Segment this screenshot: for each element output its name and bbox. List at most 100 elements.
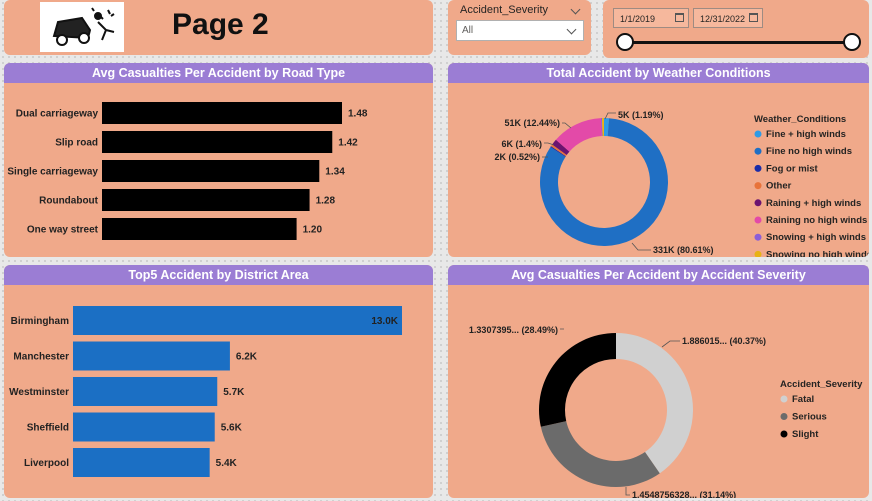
legend-item[interactable]: Fatal bbox=[792, 394, 814, 405]
road-type-bar-chart: Dual carriageway 1.48 Slip road 1.42 Single … bbox=[7, 102, 368, 240]
severity-dropdown[interactable]: All bbox=[456, 20, 584, 41]
legend-marker bbox=[754, 130, 762, 138]
legend-marker bbox=[754, 147, 762, 155]
data-label: 51K (12.44%) bbox=[504, 118, 560, 128]
data-label: 1.4548756328... (31.14%) bbox=[632, 490, 736, 498]
legend-item[interactable]: Other bbox=[766, 181, 792, 192]
donut-slice[interactable] bbox=[540, 421, 660, 487]
leader-line bbox=[562, 122, 572, 129]
data-label: 1.28 bbox=[316, 196, 336, 207]
bar[interactable] bbox=[102, 102, 342, 124]
data-label: 1.3307395... (28.49%) bbox=[469, 325, 558, 335]
category-label: Slip road bbox=[55, 138, 98, 149]
data-label: 5.6K bbox=[221, 423, 243, 434]
district-bar-chart: Birmingham 13.0K Manchester 6.2K Westminster… bbox=[9, 306, 402, 477]
collapse-chevron-icon[interactable] bbox=[570, 4, 581, 15]
car-crash-icon bbox=[52, 7, 115, 46]
data-label: 5K (1.19%) bbox=[618, 110, 664, 120]
bar[interactable] bbox=[73, 306, 402, 335]
legend-item[interactable]: Fine no high winds bbox=[766, 146, 852, 157]
legend-marker bbox=[754, 164, 762, 172]
legend-item[interactable]: Fine + high winds bbox=[766, 129, 846, 140]
legend-item[interactable]: Snowing no high winds bbox=[766, 249, 869, 257]
severity-slicer: Accident_Severity All bbox=[448, 0, 591, 55]
category-label: Liverpool bbox=[24, 458, 69, 469]
bar[interactable] bbox=[102, 131, 333, 153]
legend-title: Accident_Severity bbox=[780, 379, 863, 390]
bar[interactable] bbox=[102, 218, 297, 240]
severity-chart-title: Avg Casualties Per Accident by Accident … bbox=[448, 265, 869, 285]
data-label: 2K (0.52%) bbox=[494, 152, 540, 162]
category-label: One way street bbox=[27, 225, 99, 236]
legend-marker bbox=[754, 182, 762, 190]
data-label: 1.48 bbox=[348, 109, 368, 120]
leader-line bbox=[631, 242, 651, 251]
start-date-input[interactable]: 1/1/2019 bbox=[613, 8, 689, 28]
leader-line bbox=[661, 340, 680, 348]
bar[interactable] bbox=[73, 377, 218, 406]
legend-marker bbox=[780, 395, 788, 403]
severity-donut-chart: Accident_Severity Fatal Serious Slight 1.886… bbox=[469, 325, 863, 498]
end-date-input[interactable]: 12/31/2022 bbox=[693, 8, 763, 28]
district-chart-title: Top5 Accident by District Area bbox=[4, 265, 433, 285]
date-range-track[interactable] bbox=[625, 41, 853, 44]
severity-chart-panel: Avg Casualties Per Accident by Accident … bbox=[448, 265, 869, 498]
category-label: Single carriageway bbox=[7, 167, 98, 178]
data-label: 5.7K bbox=[223, 387, 245, 398]
category-label: Dual carriageway bbox=[16, 109, 99, 120]
legend-marker bbox=[754, 199, 762, 207]
data-label: 1.886015... (40.37%) bbox=[682, 336, 766, 346]
legend-marker bbox=[754, 216, 762, 224]
weather-chart-title: Total Accident by Weather Conditions bbox=[448, 63, 869, 83]
weather-donut-chart: Weather_Conditions Fine + high winds Fine … bbox=[494, 110, 869, 257]
data-label: 1.42 bbox=[338, 138, 358, 149]
date-range-end-handle[interactable] bbox=[843, 33, 861, 51]
data-label: 1.20 bbox=[303, 225, 323, 236]
calendar-icon[interactable] bbox=[749, 13, 758, 22]
donut-slice[interactable] bbox=[539, 333, 616, 427]
data-label: 6.2K bbox=[236, 352, 258, 363]
legend-item[interactable]: Raining no high winds bbox=[766, 215, 867, 226]
legend-marker bbox=[754, 250, 762, 257]
category-label: Birmingham bbox=[11, 316, 69, 327]
weather-chart-panel: Total Accident by Weather Conditions Wea… bbox=[448, 63, 869, 257]
category-label: Westminster bbox=[9, 387, 69, 398]
legend-item[interactable]: Serious bbox=[792, 412, 827, 423]
leader-line bbox=[544, 142, 555, 146]
page-title: Page 2 bbox=[172, 8, 269, 41]
legend-item[interactable]: Fog or mist bbox=[766, 163, 819, 174]
category-label: Sheffield bbox=[27, 423, 69, 434]
road-type-chart-title: Avg Casualties Per Accident by Road Type bbox=[4, 63, 433, 83]
bar[interactable] bbox=[73, 448, 210, 477]
bar[interactable] bbox=[73, 341, 230, 371]
donut-slice[interactable] bbox=[616, 333, 693, 474]
car-crash-logo bbox=[40, 2, 124, 52]
calendar-icon[interactable] bbox=[675, 13, 684, 22]
severity-dropdown-value: All bbox=[462, 25, 474, 36]
end-date-value: 12/31/2022 bbox=[700, 14, 746, 24]
legend-item[interactable]: Raining + high winds bbox=[766, 198, 861, 209]
legend-marker bbox=[780, 413, 788, 420]
road-type-chart-panel: Avg Casualties Per Accident by Road Type… bbox=[4, 63, 433, 257]
data-label: 6K (1.4%) bbox=[501, 139, 542, 149]
legend-marker bbox=[780, 430, 788, 438]
leader-line bbox=[625, 487, 630, 496]
severity-slicer-label: Accident_Severity bbox=[460, 4, 549, 16]
date-slicer: 1/1/2019 12/31/2022 bbox=[603, 0, 869, 58]
legend-marker bbox=[754, 233, 762, 241]
bar[interactable] bbox=[102, 160, 320, 182]
legend-item[interactable]: Slight bbox=[792, 429, 819, 440]
chevron-down-icon bbox=[566, 24, 577, 35]
legend-title: Weather_Conditions bbox=[754, 114, 846, 125]
data-label: 1.34 bbox=[325, 167, 345, 178]
date-range-start-handle[interactable] bbox=[616, 33, 634, 51]
data-label: 5.4K bbox=[216, 458, 238, 469]
bar[interactable] bbox=[102, 189, 310, 211]
category-label: Roundabout bbox=[39, 196, 99, 207]
district-chart-panel: Top5 Accident by District Area Birmingha… bbox=[4, 265, 433, 498]
category-label: Manchester bbox=[13, 352, 69, 363]
data-label: 331K (80.61%) bbox=[653, 245, 714, 255]
header-title-panel: Page 2 bbox=[4, 0, 433, 55]
legend-item[interactable]: Snowing + high winds bbox=[766, 232, 866, 243]
bar[interactable] bbox=[73, 412, 215, 442]
